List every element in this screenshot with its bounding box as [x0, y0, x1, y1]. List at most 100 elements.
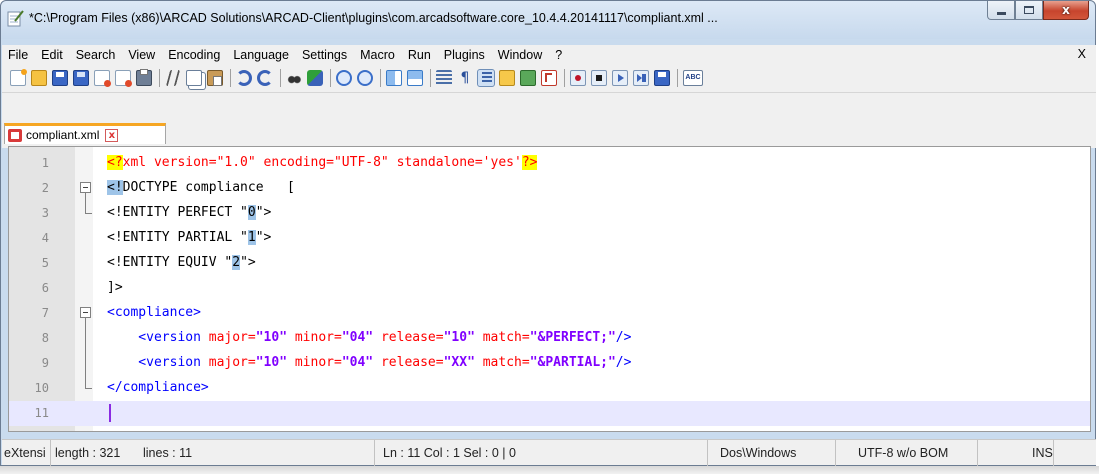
code-text: <!DOCTYPE compliance [	[107, 180, 295, 195]
zoom-out-icon[interactable]	[357, 70, 373, 86]
close-window-button[interactable]: x	[1043, 1, 1089, 20]
tab-close-icon[interactable]: x	[105, 128, 119, 142]
show-all-chars-icon[interactable]: ¶	[457, 70, 473, 86]
menu-view[interactable]: View	[128, 48, 155, 62]
minimize-button[interactable]	[987, 1, 1015, 20]
toolbar: ¶ ABC	[2, 64, 1096, 92]
code-line-9: 9 <version major="10" minor="04" release…	[9, 351, 1090, 376]
caption-buttons: x	[987, 1, 1089, 20]
code-line-7: 7 <compliance>	[9, 301, 1090, 326]
undo-icon[interactable]	[236, 70, 252, 86]
line-number: 6	[41, 281, 49, 295]
menu-file[interactable]: File	[8, 48, 28, 62]
notepad-window: *C:\Program Files (x86)\ARCAD Solutions\…	[0, 0, 1096, 466]
menu-macro[interactable]: Macro	[360, 48, 395, 62]
code-line-3: 3 <!ENTITY PERFECT "0">	[9, 201, 1090, 226]
redo-icon[interactable]	[257, 70, 273, 86]
menu-search[interactable]: Search	[76, 48, 116, 62]
zoom-in-icon[interactable]	[336, 70, 352, 86]
fold-end-marker	[85, 201, 92, 214]
code-line-11: 11	[9, 401, 1090, 426]
record-macro-icon[interactable]	[570, 70, 586, 86]
run-macro-multiple-icon[interactable]	[633, 70, 649, 86]
maximize-button[interactable]	[1015, 1, 1043, 20]
minimize-icon	[996, 11, 1006, 15]
menu-edit[interactable]: Edit	[41, 48, 63, 62]
document-map-icon[interactable]	[520, 70, 536, 86]
menu-encoding[interactable]: Encoding	[168, 48, 220, 62]
close-document-button[interactable]: X	[1078, 47, 1086, 61]
find-icon[interactable]	[286, 70, 302, 86]
code-line-10: 10 </compliance>	[9, 376, 1090, 401]
print-icon[interactable]	[136, 69, 152, 86]
status-encoding: UTF-8 w/o BOM	[836, 440, 978, 466]
menu-settings[interactable]: Settings	[302, 48, 347, 62]
save-icon[interactable]	[52, 70, 68, 86]
line-number: 8	[41, 331, 49, 345]
window-title: *C:\Program Files (x86)\ARCAD Solutions\…	[29, 11, 718, 25]
menu-language[interactable]: Language	[233, 48, 289, 62]
resize-grip[interactable]	[1054, 440, 1096, 466]
tab-strip: compliant.xml x	[2, 92, 1096, 148]
line-number: 3	[41, 206, 49, 220]
menu-bar: File Edit Search View Encoding Language …	[2, 45, 1096, 64]
function-list-icon[interactable]	[541, 70, 557, 86]
copy-icon[interactable]	[186, 70, 202, 86]
menu-help[interactable]: ?	[555, 48, 562, 62]
line-number: 4	[41, 231, 49, 245]
play-macro-icon[interactable]	[612, 70, 628, 86]
line-number: 10	[34, 381, 49, 395]
tab-compliant-xml[interactable]: compliant.xml x	[4, 123, 166, 144]
code-line-2: 2 <!DOCTYPE compliance [	[9, 176, 1090, 201]
toolbar-separator	[280, 69, 281, 87]
word-wrap-icon[interactable]	[436, 70, 452, 86]
line-number: 1	[41, 156, 49, 170]
open-file-icon[interactable]	[31, 70, 47, 86]
new-file-icon[interactable]	[10, 69, 27, 86]
code-line-8: 8 <version major="10" minor="04" release…	[9, 326, 1090, 351]
menu-window[interactable]: Window	[498, 48, 542, 62]
stop-macro-icon[interactable]	[591, 70, 607, 86]
code-line-1: 1 <?xml version="1.0" encoding="UTF-8" s…	[9, 151, 1090, 176]
title-bar[interactable]: *C:\Program Files (x86)\ARCAD Solutions\…	[1, 1, 1095, 39]
toolbar-separator	[380, 69, 381, 87]
toolbar-separator	[564, 69, 565, 87]
line-number: 2	[41, 181, 49, 195]
indent-guide-icon[interactable]	[477, 69, 495, 87]
sync-vertical-icon[interactable]	[386, 70, 402, 86]
save-macro-icon[interactable]	[654, 70, 670, 86]
line-number: 11	[34, 406, 49, 420]
paste-icon[interactable]	[207, 70, 223, 86]
toolbar-separator	[159, 69, 160, 87]
close-icon[interactable]	[94, 70, 111, 87]
replace-icon[interactable]	[307, 70, 323, 86]
code-text: <!ENTITY PARTIAL "1">	[107, 230, 272, 245]
code-text: <?xml version="1.0" encoding="UTF-8" sta…	[107, 155, 538, 170]
line-number: 7	[41, 306, 49, 320]
menu-run[interactable]: Run	[408, 48, 431, 62]
status-bar: eXtensi length : 321 lines : 11 Ln : 11 …	[2, 439, 1096, 466]
unsaved-file-icon	[8, 128, 22, 142]
line-number: 9	[41, 356, 49, 370]
cut-icon[interactable]	[165, 70, 181, 86]
spellcheck-icon[interactable]: ABC	[683, 70, 703, 86]
fold-toggle-icon[interactable]	[80, 307, 91, 318]
code-editor[interactable]: 1 <?xml version="1.0" encoding="UTF-8" s…	[8, 146, 1091, 432]
code-text: <version major="10" minor="04" release="…	[107, 330, 632, 345]
maximize-icon	[1024, 6, 1034, 14]
code-text: <version major="10" minor="04" release="…	[107, 355, 632, 370]
code-text: <compliance>	[107, 305, 201, 320]
tab-label: compliant.xml	[26, 128, 100, 142]
code-text: </compliance>	[107, 380, 209, 395]
status-language: eXtensi	[2, 440, 51, 466]
code-text: <!ENTITY EQUIV "2">	[107, 255, 256, 270]
code-text: ]>	[107, 280, 123, 295]
language-icon[interactable]	[499, 70, 515, 86]
sync-horizontal-icon[interactable]	[407, 70, 423, 86]
close-all-icon[interactable]	[115, 70, 132, 87]
save-all-icon[interactable]	[73, 70, 89, 86]
status-insert-mode: INS	[978, 440, 1054, 466]
menu-plugins[interactable]: Plugins	[444, 48, 485, 62]
fold-toggle-icon[interactable]	[80, 182, 91, 193]
status-length: length : 321	[55, 446, 121, 460]
